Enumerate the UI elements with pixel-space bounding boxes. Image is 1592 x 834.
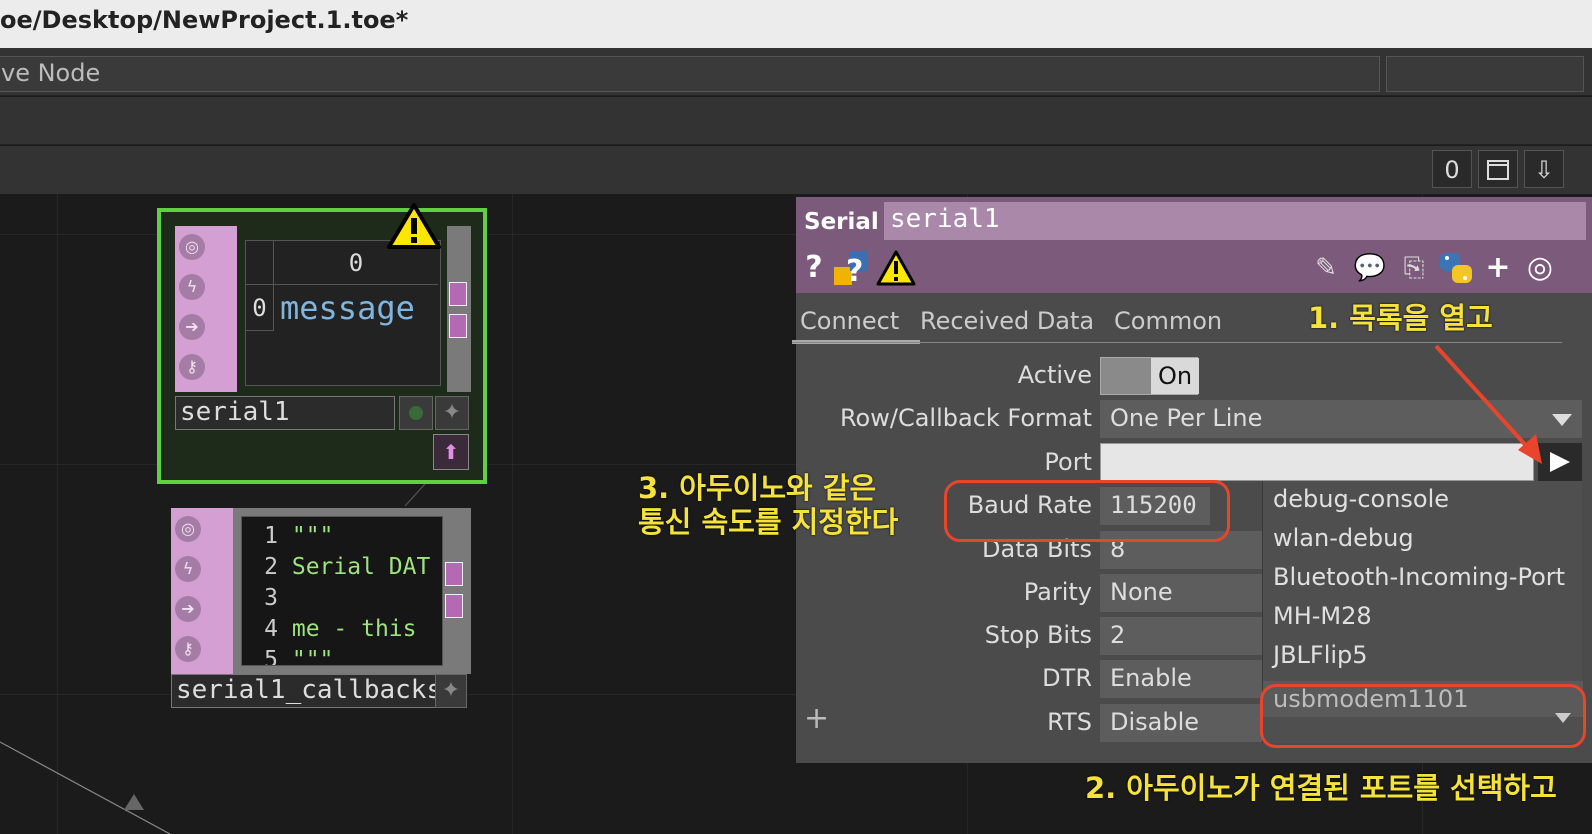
bypass-icon[interactable]: ϟ — [175, 556, 201, 582]
usbmodem-highlight — [1260, 684, 1586, 748]
output-connector-bar — [443, 508, 467, 674]
node-flag-strip: ◎ ϟ ➔ ⚷ — [171, 508, 233, 674]
path-side-field[interactable] — [1386, 56, 1584, 92]
serial1-callbacks-node[interactable]: ◎ ϟ ➔ ⚷ 1 """ 2 Serial DAT 3 4 me - this… — [171, 508, 471, 718]
pane-toolbar: 0 ⇩ — [0, 146, 1592, 194]
pane-counter-button[interactable]: 0 — [1432, 150, 1472, 188]
code-line: 4 me - this — [264, 616, 417, 642]
output-connector[interactable] — [445, 594, 463, 618]
baud-rate-highlight — [944, 480, 1230, 542]
node-name-label[interactable]: serial1 — [175, 396, 395, 430]
param-label-dtr: DTR — [1042, 664, 1092, 692]
node-cook-icon[interactable]: ✦ — [435, 396, 469, 430]
annotation-step3-line1: 3. 아두이노와 같은 — [638, 471, 877, 505]
bypass-icon[interactable]: ϟ — [179, 274, 205, 300]
path-bar: ve Node — [0, 48, 1592, 96]
node-name-label[interactable]: serial1_callbacks — [171, 674, 437, 708]
port-option[interactable]: debug-console — [1263, 485, 1583, 513]
svg-text:?: ? — [846, 254, 863, 287]
lock-icon[interactable]: ⚷ — [175, 636, 201, 662]
code-line: 3 — [264, 585, 278, 611]
annotation-step2: 2. 아두이노가 연결된 포트를 선택하고 — [1085, 771, 1557, 805]
secondary-bar — [0, 97, 1592, 145]
window-titlebar: oe/Desktop/NewProject.1.toe* — [0, 0, 1592, 48]
panel-header: Serial serial1 ? ? ✎ 💬 ⎘ + ◎ — [796, 197, 1592, 293]
output-connector-bar — [447, 226, 471, 392]
code-line: 5 """ — [264, 647, 334, 666]
rts-dropdown[interactable]: Disable — [1100, 704, 1266, 742]
node-status-icon[interactable] — [399, 396, 433, 430]
op-type-label: Serial — [804, 209, 879, 235]
tab-common[interactable]: Common — [1114, 307, 1222, 335]
tab-connect[interactable]: Connect — [800, 307, 899, 335]
node-cook-icon[interactable]: ✦ — [435, 674, 467, 708]
port-option[interactable]: JBLFlip5 — [1263, 641, 1583, 669]
arrow-down-icon[interactable]: ⇩ — [1524, 150, 1564, 188]
code-line: 1 """ — [264, 523, 334, 549]
warning-icon[interactable] — [876, 249, 916, 287]
help-icon[interactable]: ? — [802, 249, 826, 287]
param-label-stop-bits: Stop Bits — [984, 621, 1092, 649]
viewer-icon[interactable]: ◎ — [179, 234, 205, 260]
node-table-viewer: 0 0 message — [245, 240, 441, 386]
serial1-node[interactable]: ◎ ϟ ➔ ⚷ 0 0 message serial1 ✦ ⬆ — [157, 203, 487, 484]
output-connector[interactable] — [449, 282, 467, 306]
target-icon[interactable]: ◎ — [1520, 249, 1560, 287]
code-line: 2 Serial DAT — [264, 554, 431, 580]
annotation-arrow — [1434, 344, 1542, 464]
annotation-step1: 1. 목록을 열고 — [1308, 301, 1493, 335]
dtr-dropdown[interactable]: Enable — [1100, 660, 1266, 698]
annotation-step3-line2: 통신 속도를 지정한다 — [638, 505, 899, 539]
tab-received-data[interactable]: Received Data — [920, 307, 1094, 335]
comment-icon[interactable]: 💬 — [1350, 249, 1390, 287]
output-connector[interactable] — [445, 562, 463, 586]
parity-dropdown[interactable]: None — [1100, 574, 1266, 612]
param-label-active: Active — [1017, 361, 1092, 389]
port-option[interactable]: Bluetooth-Incoming-Port — [1263, 563, 1583, 591]
active-toggle[interactable]: On — [1100, 357, 1199, 395]
port-option[interactable]: wlan-debug — [1263, 524, 1583, 552]
path-field[interactable]: ve Node — [0, 56, 1380, 92]
stop-bits-dropdown[interactable]: 2 — [1100, 617, 1266, 655]
warning-icon[interactable] — [387, 202, 441, 250]
op-name-field[interactable]: serial1 — [884, 202, 1586, 240]
lock-icon[interactable]: ⚷ — [179, 354, 205, 380]
arrow-right-icon[interactable]: ➔ — [175, 596, 201, 622]
window-icon[interactable] — [1478, 150, 1518, 188]
param-label-row-format: Row/Callback Format — [839, 404, 1092, 432]
node-upload-icon[interactable]: ⬆ — [433, 434, 469, 470]
arrow-right-icon[interactable]: ➔ — [179, 314, 205, 340]
python-help-icon[interactable]: ? — [832, 249, 872, 289]
window-title: oe/Desktop/NewProject.1.toe* — [0, 6, 409, 34]
port-option[interactable]: MH-M28 — [1263, 602, 1583, 630]
table-cell-message: message — [280, 289, 415, 327]
add-param-plus-icon[interactable]: + — [804, 701, 829, 736]
clipboard-icon[interactable]: ⎘ — [1396, 249, 1432, 287]
plus-icon[interactable]: + — [1482, 249, 1514, 287]
python-icon[interactable] — [1438, 251, 1474, 285]
table-row-index: 0 — [246, 285, 274, 331]
output-connector[interactable] — [449, 314, 467, 338]
param-label-rts: RTS — [1047, 708, 1092, 736]
param-label-parity: Parity — [1023, 578, 1092, 606]
node-flag-strip: ◎ ϟ ➔ ⚷ — [175, 226, 237, 392]
viewer-icon[interactable]: ◎ — [175, 516, 201, 542]
pencil-icon[interactable]: ✎ — [1310, 249, 1342, 287]
node-text-viewer: 1 """ 2 Serial DAT 3 4 me - this 5 """ — [241, 516, 443, 666]
